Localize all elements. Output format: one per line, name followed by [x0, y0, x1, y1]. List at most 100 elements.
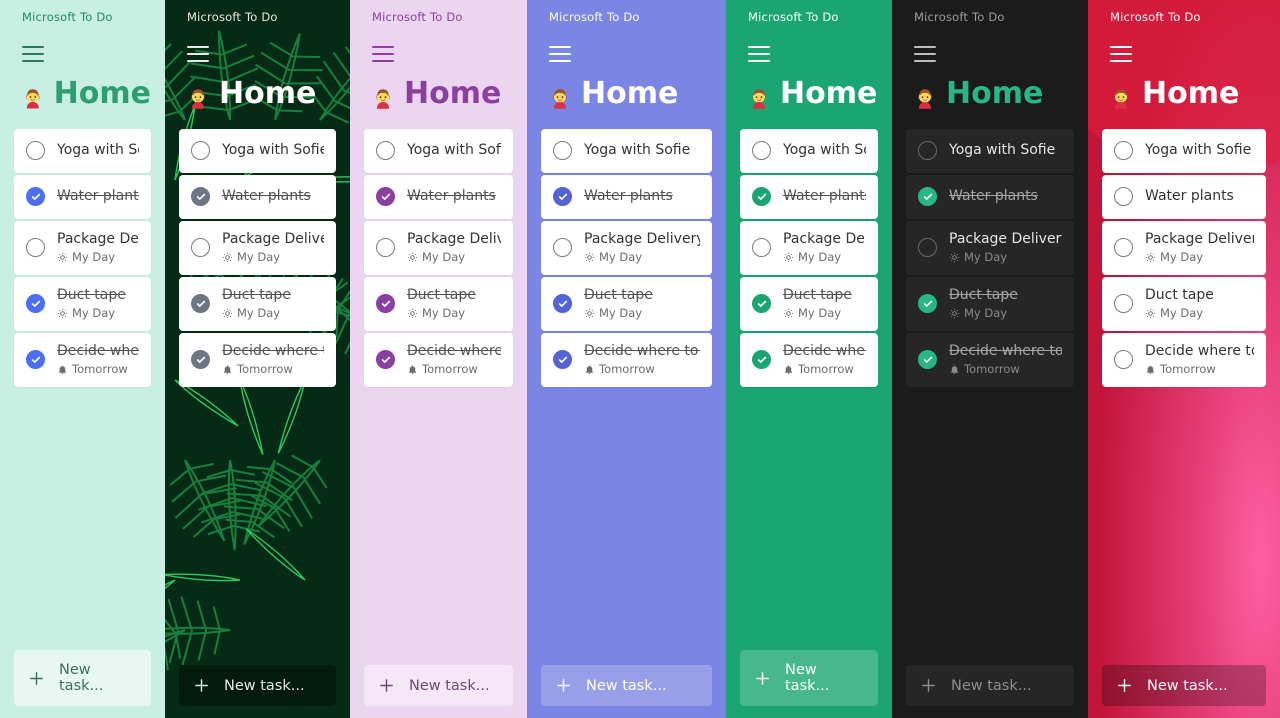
list-title[interactable]: Home	[1110, 76, 1266, 111]
list-title[interactable]: Home	[187, 76, 336, 111]
task-row[interactable]: Water plants	[541, 175, 712, 219]
bell-icon	[407, 364, 418, 375]
task-row[interactable]: Package DeliveryMy Day	[740, 221, 878, 275]
list-title[interactable]: Home	[748, 76, 878, 111]
new-task-input[interactable]: New task...	[740, 650, 878, 706]
hamburger-icon[interactable]	[187, 46, 209, 62]
task-row[interactable]: Duct tapeMy Day	[1102, 277, 1266, 331]
hamburger-icon[interactable]	[372, 46, 394, 62]
task-complete-toggle[interactable]	[752, 294, 771, 313]
task-row[interactable]: Decide where to go for the weekendTomorr…	[179, 333, 336, 387]
task-complete-toggle[interactable]	[1114, 294, 1133, 313]
task-complete-toggle[interactable]	[191, 187, 210, 206]
task-complete-toggle[interactable]	[553, 238, 572, 257]
task-complete-toggle[interactable]	[553, 141, 572, 160]
task-complete-toggle[interactable]	[191, 238, 210, 257]
list-title[interactable]: Home	[549, 76, 712, 111]
task-complete-toggle[interactable]	[752, 187, 771, 206]
task-row[interactable]: Package DeliveryMy Day	[541, 221, 712, 275]
task-row[interactable]: Decide where to go for the weekendTomorr…	[740, 333, 878, 387]
task-complete-toggle[interactable]	[26, 350, 45, 369]
task-row[interactable]: Duct tapeMy Day	[906, 277, 1074, 331]
task-row[interactable]: Water plants	[14, 175, 151, 219]
hamburger-icon[interactable]	[22, 46, 44, 62]
task-row[interactable]: Duct tapeMy Day	[740, 277, 878, 331]
task-complete-toggle[interactable]	[376, 294, 395, 313]
task-row[interactable]: Package DeliveryMy Day	[906, 221, 1074, 275]
hamburger-icon[interactable]	[914, 46, 936, 62]
task-row[interactable]: Decide where to go for the weekendTomorr…	[1102, 333, 1266, 387]
list-emoji-icon	[748, 83, 770, 105]
task-complete-toggle[interactable]	[1114, 350, 1133, 369]
list-title[interactable]: Home	[372, 76, 513, 111]
hamburger-icon[interactable]	[549, 46, 571, 62]
hamburger-icon[interactable]	[748, 46, 770, 62]
task-row[interactable]: Water plants	[906, 175, 1074, 219]
task-complete-toggle[interactable]	[918, 141, 937, 160]
task-complete-toggle[interactable]	[918, 187, 937, 206]
sun-icon	[407, 252, 418, 263]
hamburger-icon[interactable]	[1110, 46, 1132, 62]
task-row[interactable]: Decide where to go for the weekendTomorr…	[364, 333, 513, 387]
task-row[interactable]: Water plants	[740, 175, 878, 219]
task-row[interactable]: Yoga with Sofie	[906, 129, 1074, 173]
task-complete-toggle[interactable]	[918, 294, 937, 313]
task-complete-toggle[interactable]	[26, 187, 45, 206]
task-complete-toggle[interactable]	[191, 294, 210, 313]
task-complete-toggle[interactable]	[752, 350, 771, 369]
task-complete-toggle[interactable]	[553, 187, 572, 206]
task-complete-toggle[interactable]	[26, 238, 45, 257]
bell-icon	[584, 364, 595, 375]
task-complete-toggle[interactable]	[376, 187, 395, 206]
new-task-input[interactable]: New task...	[179, 665, 336, 706]
task-title: Water plants	[222, 188, 324, 204]
task-row[interactable]: Package DeliveryMy Day	[364, 221, 513, 275]
task-complete-toggle[interactable]	[191, 141, 210, 160]
task-complete-toggle[interactable]	[26, 294, 45, 313]
list-title[interactable]: Home	[22, 76, 151, 111]
task-complete-toggle[interactable]	[1114, 238, 1133, 257]
task-complete-toggle[interactable]	[553, 294, 572, 313]
task-row[interactable]: Package DeliveryMy Day	[1102, 221, 1266, 275]
task-complete-toggle[interactable]	[918, 350, 937, 369]
task-row[interactable]: Yoga with Sofie	[364, 129, 513, 173]
task-row[interactable]: Duct tapeMy Day	[541, 277, 712, 331]
task-complete-toggle[interactable]	[553, 350, 572, 369]
task-row[interactable]: Yoga with Sofie	[14, 129, 151, 173]
task-row[interactable]: Package DeliveryMy Day	[14, 221, 151, 275]
new-task-input[interactable]: New task...	[906, 665, 1074, 706]
task-row[interactable]: Package DeliveryMy Day	[179, 221, 336, 275]
task-complete-toggle[interactable]	[752, 238, 771, 257]
task-row[interactable]: Decide where to go for the weekendTomorr…	[906, 333, 1074, 387]
task-row[interactable]: Duct tapeMy Day	[364, 277, 513, 331]
task-row[interactable]: Duct tapeMy Day	[179, 277, 336, 331]
task-complete-toggle[interactable]	[191, 350, 210, 369]
new-task-placeholder: New task...	[785, 662, 864, 694]
task-row[interactable]: Yoga with Sofie	[1102, 129, 1266, 173]
task-row[interactable]: Water plants	[179, 175, 336, 219]
task-row[interactable]: Yoga with Sofie	[541, 129, 712, 173]
new-task-input[interactable]: New task...	[541, 665, 712, 706]
task-complete-toggle[interactable]	[376, 238, 395, 257]
task-complete-toggle[interactable]	[376, 141, 395, 160]
task-row[interactable]: Yoga with Sofie	[740, 129, 878, 173]
task-title: Decide where to go for the weekend	[584, 343, 700, 359]
task-row[interactable]: Yoga with Sofie	[179, 129, 336, 173]
task-row[interactable]: Water plants	[1102, 175, 1266, 219]
new-task-input[interactable]: New task...	[364, 665, 513, 706]
task-row[interactable]: Decide where to go for the weekendTomorr…	[541, 333, 712, 387]
new-task-input[interactable]: New task...	[1102, 665, 1266, 706]
task-title: Yoga with Sofie	[584, 142, 700, 158]
task-title: Package Delivery	[1145, 231, 1254, 247]
task-complete-toggle[interactable]	[1114, 187, 1133, 206]
task-complete-toggle[interactable]	[752, 141, 771, 160]
task-complete-toggle[interactable]	[1114, 141, 1133, 160]
task-row[interactable]: Decide where to go for the weekendTomorr…	[14, 333, 151, 387]
task-row[interactable]: Duct tapeMy Day	[14, 277, 151, 331]
task-complete-toggle[interactable]	[376, 350, 395, 369]
new-task-input[interactable]: New task...	[14, 650, 151, 706]
task-complete-toggle[interactable]	[26, 141, 45, 160]
task-complete-toggle[interactable]	[918, 238, 937, 257]
list-title[interactable]: Home	[914, 76, 1074, 111]
task-row[interactable]: Water plants	[364, 175, 513, 219]
